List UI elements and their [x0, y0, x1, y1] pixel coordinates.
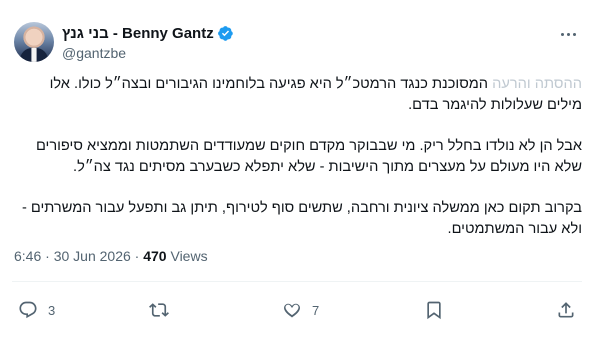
more-icon[interactable]	[556, 24, 580, 44]
tweet-paragraph-3: בקרוב תקום כאן ממשלה ציונית ורחבה, שתשים…	[12, 198, 582, 240]
share-button[interactable]	[556, 296, 576, 324]
verified-badge-icon	[217, 25, 233, 41]
retweet-button[interactable]	[149, 296, 179, 324]
tweet-date[interactable]: 30 Jun 2026	[54, 248, 131, 264]
avatar[interactable]	[14, 22, 54, 62]
retweet-icon	[149, 303, 169, 317]
paragraph-text: בקרוב תקום כאן ממשלה ציונית ורחבה, שתשים…	[21, 200, 582, 237]
views-count: 470	[143, 248, 167, 264]
reply-icon	[19, 301, 37, 319]
like-button[interactable]: 7	[282, 296, 319, 324]
meta-separator: ·	[41, 248, 54, 264]
meta-separator: ·	[130, 248, 144, 264]
tweet-header: בני גנץ - Benny Gantz @gantzbe	[12, 22, 582, 66]
action-bar: 3 7	[12, 296, 582, 324]
views-label: Views	[166, 248, 208, 264]
like-icon	[284, 303, 300, 318]
like-count: 7	[312, 302, 320, 318]
tweet-paragraph-2: אבל הן לא נולדו בחלל ריק. מי שבבוקר מקדם…	[12, 136, 582, 178]
reply-count: 3	[48, 302, 56, 318]
tweet-paragraph-1: ההסתה והרעה המסוכנת כנגד הרמטכ״ל היא פגי…	[12, 74, 582, 116]
author-block: בני גנץ - Benny Gantz @gantzbe	[62, 23, 234, 61]
author-handle[interactable]: @gantzbe	[62, 45, 234, 61]
bookmark-icon	[427, 301, 441, 320]
share-icon	[558, 302, 574, 318]
faded-text: ההסתה והרעה	[492, 76, 582, 92]
reply-button[interactable]: 3	[18, 296, 55, 324]
paragraph-text: אבל הן לא נולדו בחלל ריק. מי שבבוקר מקדם…	[35, 138, 582, 175]
tweet-meta: 6:46 · 30 Jun 2026 · 470 Views	[14, 248, 208, 264]
divider	[12, 281, 582, 282]
bookmark-button[interactable]	[424, 296, 444, 324]
tweet-time[interactable]: 6:46	[14, 248, 41, 264]
author-display-name[interactable]: בני גנץ - Benny Gantz	[62, 25, 214, 42]
